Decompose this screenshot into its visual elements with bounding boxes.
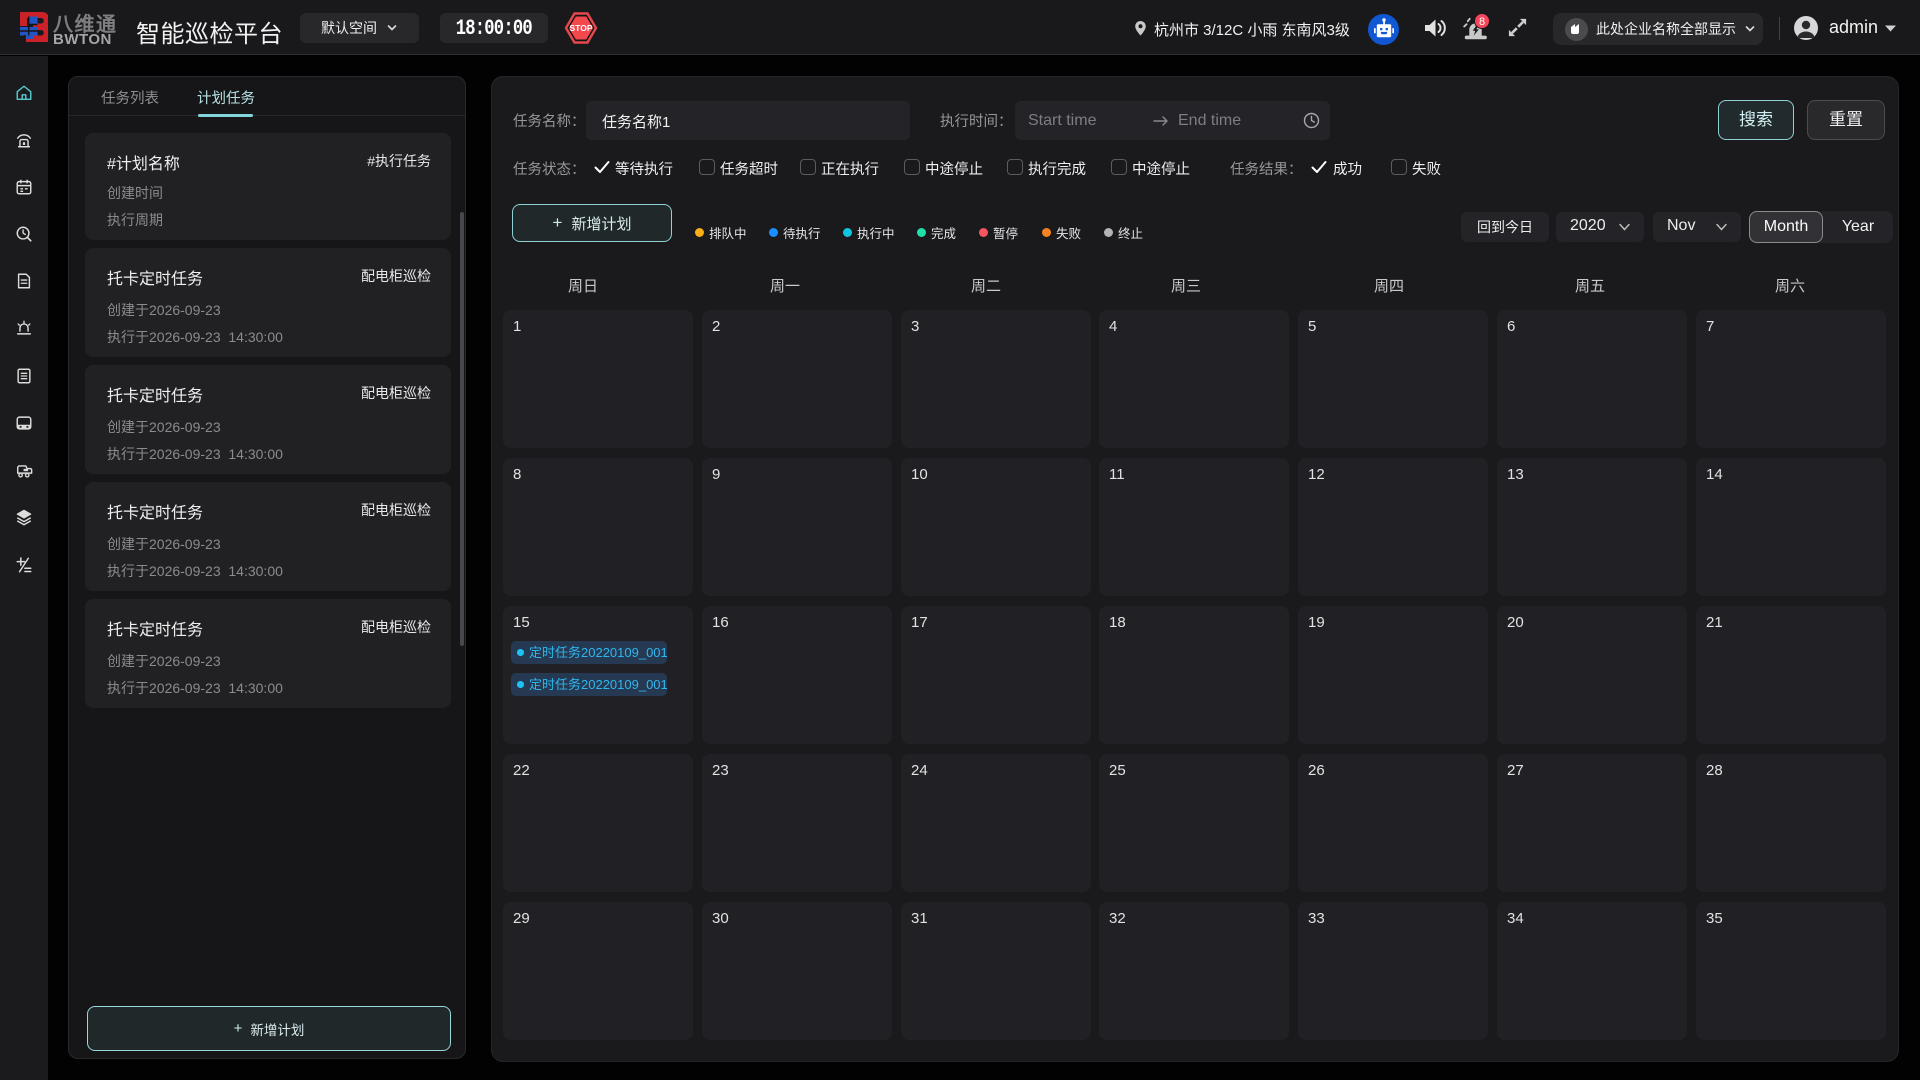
- svg-text:STOP: STOP: [570, 23, 593, 33]
